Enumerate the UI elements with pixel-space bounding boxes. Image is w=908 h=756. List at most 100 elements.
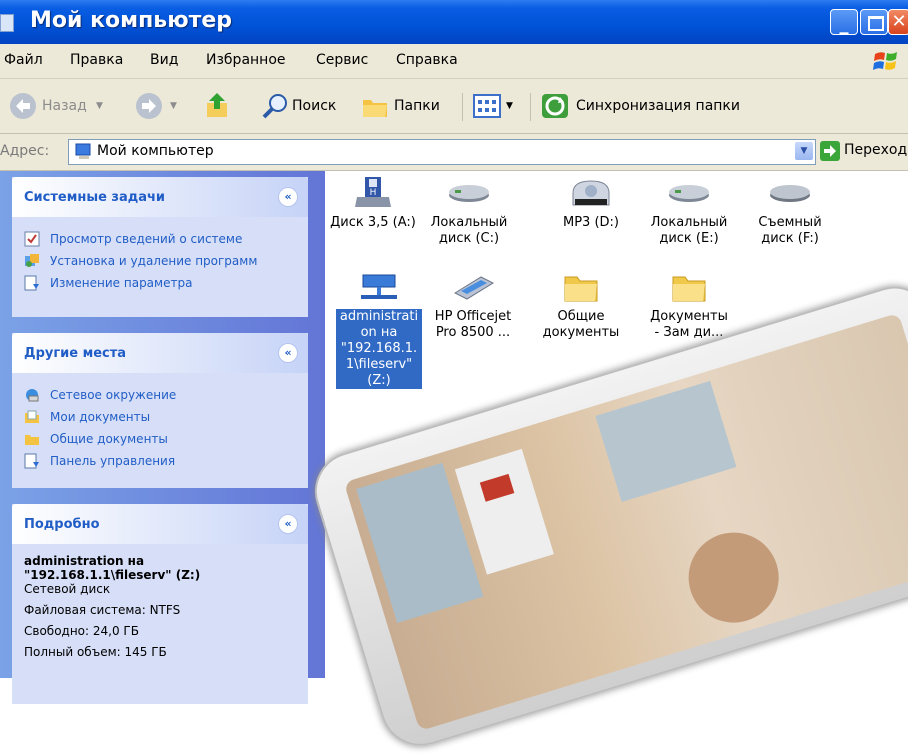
search-button[interactable]: Поиск [260, 91, 360, 121]
folder-item-shared[interactable]: Общие документы [538, 269, 624, 341]
place-label: Сетевое окружение [50, 388, 177, 402]
details-free-space: Свободно: 24,0 ГБ [24, 624, 139, 638]
toolbar-separator [530, 93, 531, 121]
title-bar: Мой компьютер _ ✕ [0, 0, 908, 44]
svg-text:H: H [370, 188, 377, 198]
details-total-size: Полный объем: 145 ГБ [24, 645, 167, 659]
other-places-header[interactable]: Другие места « [12, 333, 308, 373]
network-drive-icon [361, 274, 397, 299]
control-panel-icon [24, 275, 39, 291]
forward-arrow-icon [136, 93, 162, 119]
task-label: Установка и удаление программ [50, 254, 258, 268]
place-control-panel[interactable]: Панель управления [24, 453, 308, 469]
details-name: administration на "192.168.1.1\fileserv"… [24, 554, 201, 582]
collapse-icon[interactable]: « [278, 514, 298, 534]
details-type: Сетевой диск [24, 582, 111, 596]
details-title: Подробно [24, 517, 100, 532]
task-change-setting[interactable]: Изменение параметра [24, 275, 308, 291]
back-dropdown-icon[interactable]: ▼ [96, 101, 103, 111]
place-my-documents[interactable]: Мои документы [24, 409, 308, 425]
details-panel: Подробно « administration на "192.168.1.… [12, 504, 308, 704]
control-panel-icon [24, 453, 39, 469]
sync-icon [542, 94, 568, 118]
folders-label: Папки [394, 98, 440, 114]
forward-dropdown-icon[interactable]: ▼ [170, 101, 177, 111]
search-icon [262, 94, 287, 119]
other-places-panel: Другие места « Сетевое окружение Мои док… [12, 333, 308, 488]
cdrom-badge: CDROM [579, 208, 602, 215]
sync-label: Синхронизация папки [576, 98, 740, 114]
place-label: Мои документы [50, 410, 151, 424]
menu-help[interactable]: Справка [396, 52, 458, 68]
details-header[interactable]: Подробно « [12, 504, 308, 544]
hard-drive-icon [669, 185, 709, 202]
up-folder-button[interactable] [203, 91, 231, 121]
views-icon [473, 94, 501, 118]
place-shared-documents[interactable]: Общие документы [24, 431, 308, 447]
task-add-remove-programs[interactable]: Установка и удаление программ [24, 253, 260, 269]
views-dropdown-icon[interactable]: ▼ [506, 101, 513, 111]
task-pane: Системные задачи « Просмотр сведений о с… [0, 171, 325, 704]
folder-item-documents[interactable]: Документы - Зам ди... [646, 269, 732, 341]
place-label: Общие документы [50, 432, 168, 446]
views-button[interactable]: ▼ [472, 91, 528, 121]
drive-item-d[interactable]: CDROM MP3 (D:) [548, 175, 634, 231]
maximize-button[interactable] [860, 9, 888, 35]
go-label: Переход [844, 142, 908, 158]
my-documents-icon [25, 410, 39, 423]
system-tasks-title: Системные задачи [24, 190, 166, 205]
menu-file[interactable]: Файл [4, 52, 43, 68]
task-view-system-info[interactable]: Просмотр сведений о системе [24, 231, 308, 247]
folder-icon [25, 435, 39, 445]
task-label: Изменение параметра [50, 276, 193, 290]
minimize-icon: _ [839, 14, 849, 35]
menu-tools[interactable]: Сервис [316, 52, 368, 68]
minimize-button[interactable]: _ [830, 9, 858, 35]
details-file-system: Файловая система: NTFS [24, 603, 181, 617]
floppy-drive-icon: H [355, 177, 391, 207]
collapse-icon[interactable]: « [278, 343, 298, 363]
device-item-scanner[interactable]: HP Officejet Pro 8500 ... [430, 269, 516, 341]
folder-icon [672, 276, 706, 302]
back-arrow-icon [10, 93, 36, 119]
forward-button[interactable]: ▼ [134, 91, 184, 121]
back-button[interactable]: Назад ▼ [8, 91, 108, 121]
folders-button[interactable]: Папки [360, 91, 460, 121]
menu-view[interactable]: Вид [150, 52, 178, 68]
close-button[interactable]: ✕ [888, 9, 908, 35]
drive-item-a[interactable]: H Диск 3,5 (A:) [330, 175, 416, 231]
address-label: Адрес: [0, 143, 50, 159]
address-field[interactable]: Мой компьютер ▼ [68, 139, 816, 165]
address-dropdown-button[interactable]: ▼ [795, 142, 813, 160]
removable-drive-icon [770, 185, 810, 202]
drive-item-f[interactable]: Съемный диск (F:) [750, 175, 830, 247]
menu-favorites[interactable]: Избранное [206, 52, 286, 68]
drive-item-z[interactable]: administrati on на "192.168.1. 1\fileser… [336, 269, 422, 389]
system-tasks-header[interactable]: Системные задачи « [12, 177, 308, 217]
place-network[interactable]: Сетевое окружение [24, 387, 308, 403]
menu-edit[interactable]: Правка [70, 52, 123, 68]
other-places-title: Другие места [24, 346, 127, 361]
chevron-down-icon: ▼ [800, 146, 808, 156]
hard-drive-icon [449, 185, 489, 202]
windows-logo-icon [873, 52, 897, 70]
go-arrow-icon [820, 141, 840, 161]
up-folder-icon [207, 93, 227, 117]
computer-icon [75, 143, 91, 159]
computer-icon [0, 14, 14, 32]
address-bar: Адрес: Мой компьютер ▼ Переход [0, 134, 908, 171]
collapse-icon[interactable]: « [278, 187, 298, 207]
item-label: Диск 3,5 (A:) [330, 215, 416, 230]
search-label: Поиск [292, 98, 337, 114]
drive-item-c[interactable]: Локальный диск (C:) [426, 175, 512, 247]
item-label: Локальный диск (C:) [430, 215, 508, 246]
address-value: Мой компьютер [97, 143, 214, 159]
drive-item-e[interactable]: Локальный диск (E:) [646, 175, 732, 247]
toolbar-separator [462, 93, 463, 121]
maximize-icon [868, 16, 884, 31]
task-label: Просмотр сведений о системе [50, 232, 243, 246]
item-label: administrati on на "192.168.1. 1\fileser… [336, 309, 422, 389]
sync-folder-button[interactable]: Синхронизация папки [540, 91, 800, 121]
system-info-icon [24, 231, 40, 247]
place-label: Панель управления [50, 454, 176, 468]
